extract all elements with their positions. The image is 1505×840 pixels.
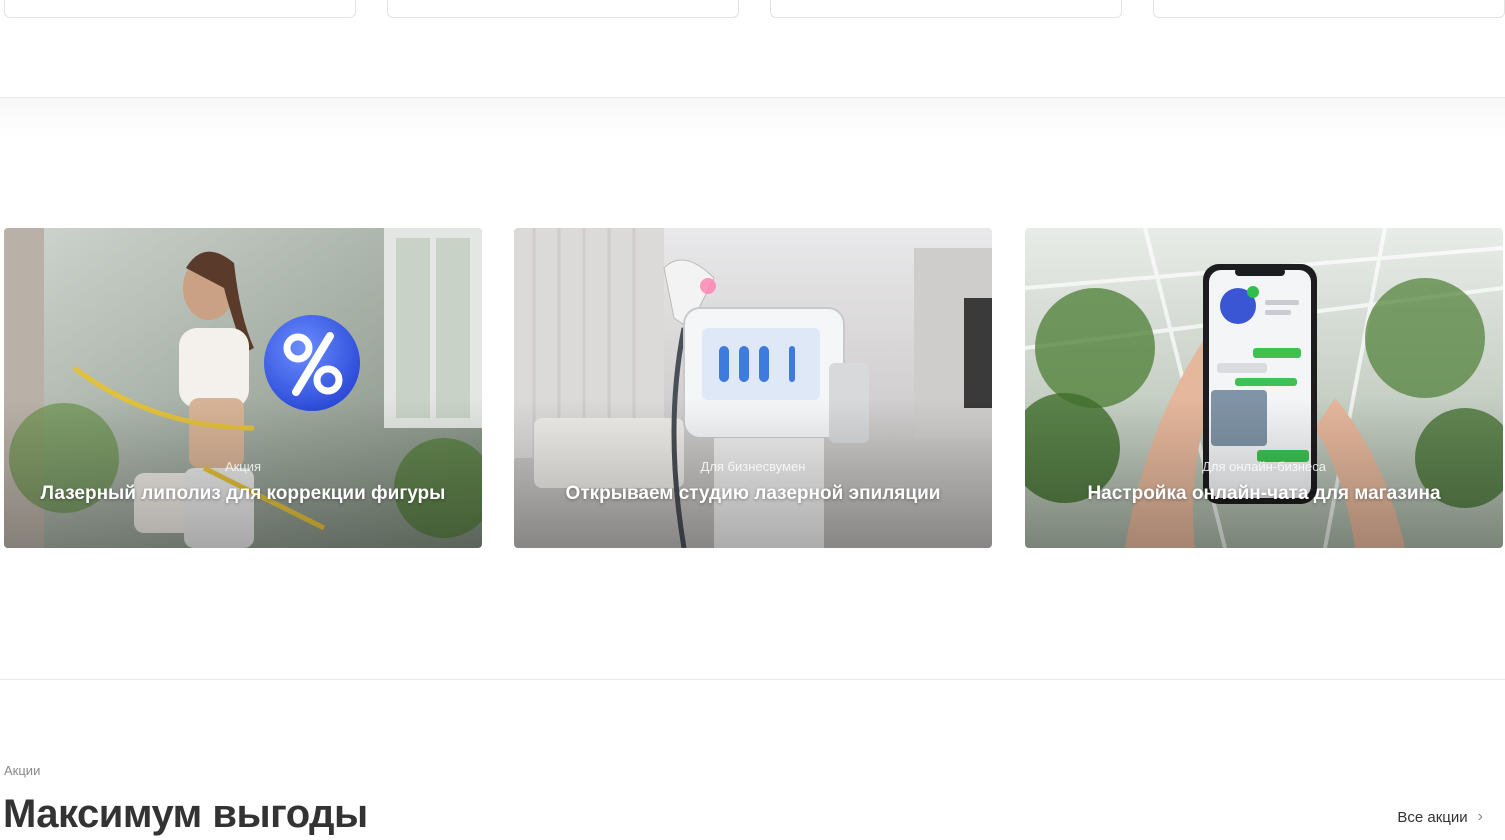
- section-shadow: [0, 98, 1505, 138]
- divider-bottom: [0, 679, 1505, 680]
- top-card-2[interactable]: [387, 0, 739, 18]
- chevron-right-icon: ›: [1477, 808, 1483, 825]
- banner-lipolysis[interactable]: Акция Лазерный липолиз для коррекции фиг…: [4, 228, 482, 548]
- banner-epilation-studio[interactable]: Для бизнесвумен Открываем студию лазерно…: [514, 228, 992, 548]
- all-promotions-label[interactable]: Все акции: [1397, 809, 1467, 826]
- banner-tag: Для онлайн-бизнеса: [1202, 459, 1326, 474]
- section-title: Максимум выгоды: [3, 792, 368, 836]
- banner-title[interactable]: Лазерный липолиз для коррекции фигуры: [4, 483, 482, 505]
- section-eyebrow: Акции: [4, 763, 41, 778]
- banner-tag: Акция: [224, 459, 262, 474]
- banner-title[interactable]: Открываем студию лазерной эпиляции: [514, 483, 992, 505]
- top-card-4[interactable]: [1153, 0, 1505, 18]
- all-promotions-link[interactable]: Все акции ›: [1397, 808, 1483, 826]
- banner-online-chat[interactable]: Для онлайн-бизнеса Настройка онлайн-чата…: [1025, 228, 1503, 548]
- banner-tag: Для бизнесвумен: [700, 459, 806, 474]
- banner-title[interactable]: Настройка онлайн-чата для магазина: [1025, 483, 1503, 505]
- top-card-1[interactable]: [4, 0, 356, 18]
- top-card-3[interactable]: [770, 0, 1122, 18]
